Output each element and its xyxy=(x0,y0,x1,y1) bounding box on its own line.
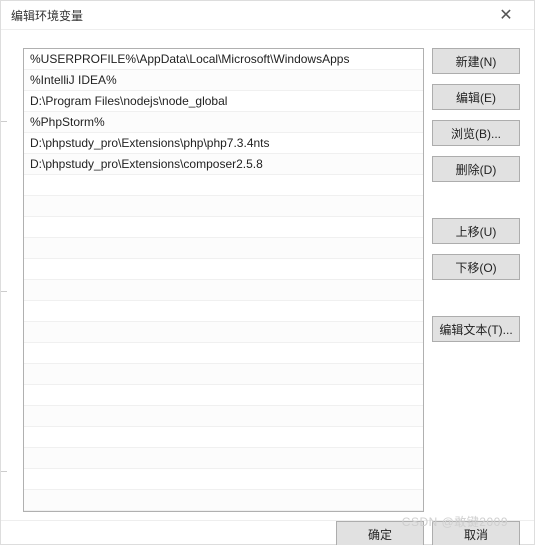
cancel-button[interactable]: 取消 xyxy=(432,521,520,545)
list-item[interactable] xyxy=(24,385,423,406)
movedown-button[interactable]: 下移(O) xyxy=(432,254,520,280)
list-item[interactable] xyxy=(24,427,423,448)
bottom-bar: 确定 取消 xyxy=(1,520,534,545)
list-item[interactable]: D:\Program Files\nodejs\node_global xyxy=(24,91,423,112)
list-item[interactable]: %PhpStorm% xyxy=(24,112,423,133)
list-item[interactable]: %IntelliJ IDEA% xyxy=(24,70,423,91)
button-gap xyxy=(432,192,524,218)
close-button[interactable]: ✕ xyxy=(486,1,526,29)
moveup-button[interactable]: 上移(U) xyxy=(432,218,520,244)
list-item[interactable] xyxy=(24,238,423,259)
edit-button[interactable]: 编辑(E) xyxy=(432,84,520,110)
browse-button[interactable]: 浏览(B)... xyxy=(432,120,520,146)
list-item[interactable] xyxy=(24,406,423,427)
list-item[interactable] xyxy=(24,469,423,490)
titlebar: 编辑环境变量 ✕ xyxy=(1,1,534,30)
list-item[interactable]: D:\phpstudy_pro\Extensions\composer2.5.8 xyxy=(24,154,423,175)
list-item[interactable] xyxy=(24,322,423,343)
dialog-title: 编辑环境变量 xyxy=(11,7,83,24)
list-item[interactable] xyxy=(24,364,423,385)
list-item[interactable] xyxy=(24,196,423,217)
list-item[interactable] xyxy=(24,259,423,280)
button-gap xyxy=(432,290,524,316)
list-item[interactable] xyxy=(24,448,423,469)
edittext-button[interactable]: 编辑文本(T)... xyxy=(432,316,520,342)
list-item[interactable] xyxy=(24,343,423,364)
dialog-window: 编辑环境变量 ✕ %USERPROFILE%\AppData\Local\Mic… xyxy=(0,0,535,545)
list-item[interactable] xyxy=(24,490,423,511)
path-listbox[interactable]: %USERPROFILE%\AppData\Local\Microsoft\Wi… xyxy=(23,48,424,512)
list-item[interactable] xyxy=(24,217,423,238)
new-button[interactable]: 新建(N) xyxy=(432,48,520,74)
list-item[interactable]: D:\phpstudy_pro\Extensions\php\php7.3.4n… xyxy=(24,133,423,154)
close-icon: ✕ xyxy=(499,5,512,25)
content-area: %USERPROFILE%\AppData\Local\Microsoft\Wi… xyxy=(1,30,534,512)
delete-button[interactable]: 删除(D) xyxy=(432,156,520,182)
side-buttons: 新建(N) 编辑(E) 浏览(B)... 删除(D) 上移(U) 下移(O) 编… xyxy=(432,48,524,512)
list-item[interactable] xyxy=(24,175,423,196)
list-item[interactable]: %USERPROFILE%\AppData\Local\Microsoft\Wi… xyxy=(24,49,423,70)
list-item[interactable] xyxy=(24,280,423,301)
ok-button[interactable]: 确定 xyxy=(336,521,424,545)
list-item[interactable] xyxy=(24,301,423,322)
